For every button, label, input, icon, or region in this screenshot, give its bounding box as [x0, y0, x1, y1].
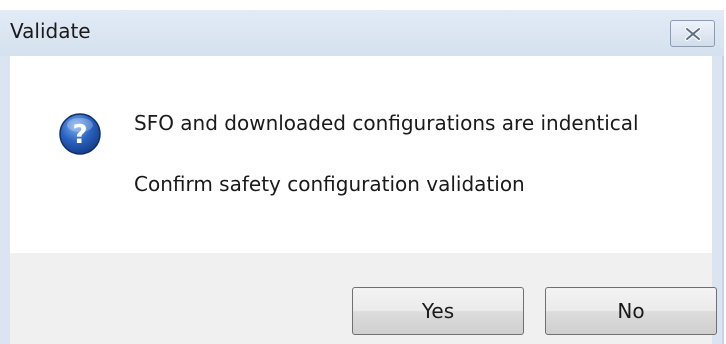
- yes-button[interactable]: Yes: [352, 287, 524, 335]
- close-icon: [685, 27, 701, 41]
- no-button[interactable]: No: [545, 287, 717, 335]
- close-button[interactable]: [670, 20, 715, 47]
- message-line-1: SFO and downloaded configurations are in…: [134, 111, 639, 135]
- window-title: Validate: [10, 19, 91, 43]
- title-bar[interactable]: Validate: [0, 10, 724, 56]
- message-line-2: Confirm safety configuration validation: [134, 172, 525, 196]
- background-strip: [0, 0, 726, 10]
- dialog-body: ? SFO and downloaded configurations are …: [10, 56, 717, 344]
- validate-dialog: Validate ? SFO and downloaded configurat…: [0, 10, 724, 344]
- question-icon: ?: [59, 113, 101, 155]
- message-panel: ? SFO and downloaded configurations are …: [10, 56, 712, 253]
- svg-text:?: ?: [72, 120, 87, 150]
